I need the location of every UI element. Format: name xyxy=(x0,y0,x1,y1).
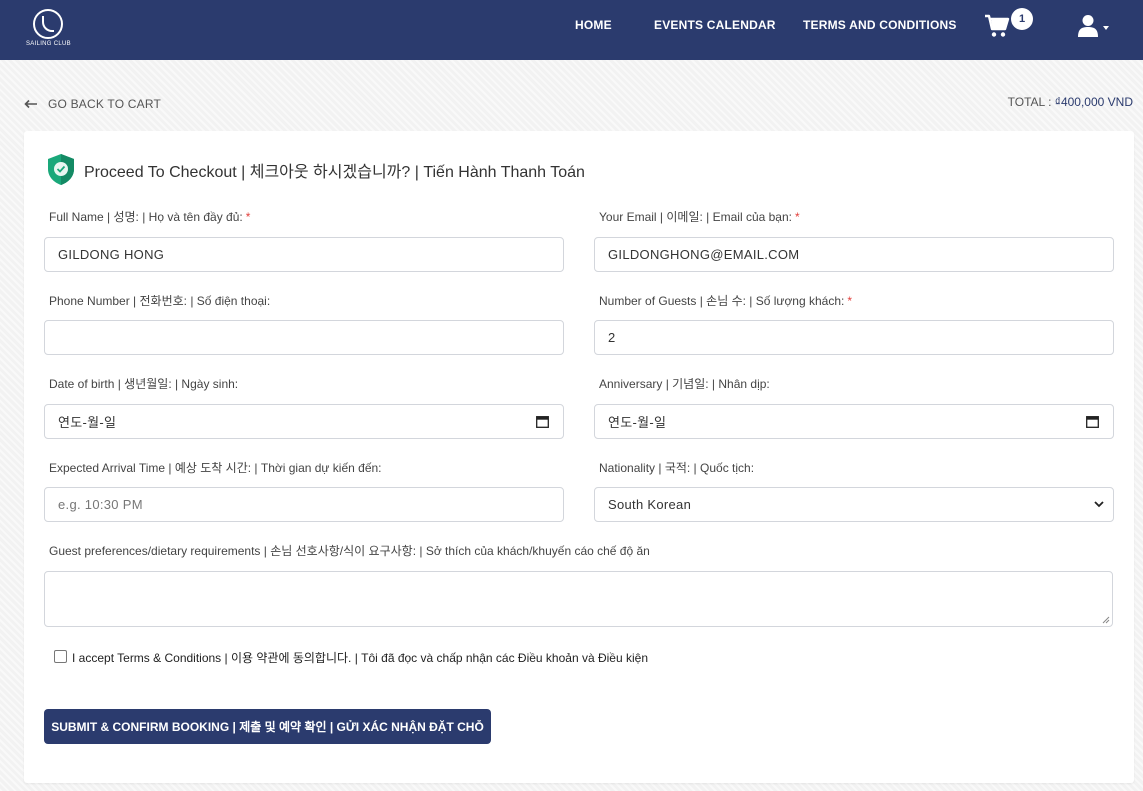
preferences-textarea[interactable] xyxy=(44,571,1113,627)
sailing-club-logo[interactable]: SAILING CLUB xyxy=(26,9,71,53)
email-label: Your Email | 이메일: | Email của bạn: * xyxy=(599,208,800,225)
arrow-left-icon xyxy=(24,99,37,109)
total-label: TOTAL : xyxy=(1007,95,1052,109)
required-mark: * xyxy=(847,294,853,308)
total-amount: ₫400,000 VND xyxy=(1054,95,1133,109)
nationality-selected-value: South Korean xyxy=(608,497,692,512)
go-back-to-cart-link[interactable]: GO BACK TO CART xyxy=(24,97,161,111)
logo-text: SAILING CLUB xyxy=(26,41,71,47)
terms-checkbox[interactable] xyxy=(54,650,67,663)
cart-icon[interactable] xyxy=(984,14,1010,38)
arrival-time-input[interactable]: e.g. 10:30 PM xyxy=(44,487,564,522)
preferences-label: Guest preferences/dietary requirements |… xyxy=(49,544,650,558)
nationality-label: Nationality | 국적: | Quốc tịch: xyxy=(599,461,755,475)
logo-emblem-icon xyxy=(33,9,63,39)
cart-count-badge[interactable]: 1 xyxy=(1011,8,1033,30)
submit-confirm-booking-button[interactable]: SUBMIT & CONFIRM BOOKING | 제출 및 예약 확인 | … xyxy=(44,709,491,744)
arrival-time-placeholder: e.g. 10:30 PM xyxy=(58,497,143,512)
full-name-label: Full Name | 성명: | Họ và tên đầy đủ: * xyxy=(49,208,250,225)
dob-value: 연도-월-일 xyxy=(58,415,117,430)
guests-label: Number of Guests | 손님 수: | Số lượng khác… xyxy=(599,292,852,309)
phone-label: Phone Number | 전화번호: | Số điện thoại: xyxy=(49,294,271,308)
full-name-value: GILDONG HONG xyxy=(58,247,165,262)
calendar-icon[interactable] xyxy=(536,415,549,428)
anniversary-date-input[interactable]: 연도-월-일 xyxy=(594,404,1114,439)
arrival-time-label: Expected Arrival Time | 예상 도착 시간: | Thời… xyxy=(49,461,382,475)
dob-date-input[interactable]: 연도-월-일 xyxy=(44,404,564,439)
order-total: TOTAL : ₫400,000 VND xyxy=(1008,95,1133,109)
full-name-input[interactable]: GILDONG HONG xyxy=(44,237,564,272)
email-label-text: Your Email | 이메일: | Email của bạn: xyxy=(599,210,792,224)
required-mark: * xyxy=(795,210,800,224)
email-input[interactable]: GILDONGHONG@EMAIL.COM xyxy=(594,237,1114,272)
guests-input[interactable]: 2 xyxy=(594,320,1114,355)
checkout-title: Proceed To Checkout | 체크아웃 하시겠습니까? | Tiế… xyxy=(84,163,585,181)
shield-check-icon xyxy=(48,154,74,185)
guests-label-text: Number of Guests | 손님 수: | Số lượng khác… xyxy=(599,294,845,308)
email-value: GILDONGHONG@EMAIL.COM xyxy=(608,247,800,262)
anniversary-value: 연도-월-일 xyxy=(608,415,667,430)
guests-value: 2 xyxy=(608,330,616,345)
nationality-select[interactable]: South Korean xyxy=(594,487,1114,522)
required-mark: * xyxy=(245,210,251,224)
go-back-label: GO BACK TO CART xyxy=(48,97,162,111)
resize-handle-icon[interactable] xyxy=(1102,616,1110,624)
caret-down-icon[interactable] xyxy=(1103,26,1109,30)
checkout-heading: Proceed To Checkout | 체크아웃 하시겠습니까? | Tiế… xyxy=(46,153,585,186)
dob-label: Date of birth | 생년월일: | Ngày sinh: xyxy=(49,377,239,391)
terms-label[interactable]: I accept Terms & Conditions | 이용 약관에 동의합… xyxy=(72,649,648,666)
user-icon[interactable] xyxy=(1077,14,1099,38)
full-name-label-text: Full Name | 성명: | Họ và tên đầy đủ: xyxy=(49,210,243,224)
anniversary-label: Anniversary | 기념일: | Nhân dịp: xyxy=(599,377,770,391)
nav-terms-link[interactable]: TERMS AND CONDITIONS xyxy=(803,18,957,32)
phone-input[interactable] xyxy=(44,320,564,355)
calendar-icon[interactable] xyxy=(1086,415,1099,428)
chevron-down-icon xyxy=(1094,501,1104,508)
top-navbar: SAILING CLUB HOME EVENTS CALENDAR TERMS … xyxy=(0,0,1143,60)
nav-events-calendar-link[interactable]: EVENTS CALENDAR xyxy=(654,18,776,32)
checkout-form-card: Proceed To Checkout | 체크아웃 하시겠습니까? | Tiế… xyxy=(24,131,1134,783)
nav-home-link[interactable]: HOME xyxy=(575,18,612,32)
